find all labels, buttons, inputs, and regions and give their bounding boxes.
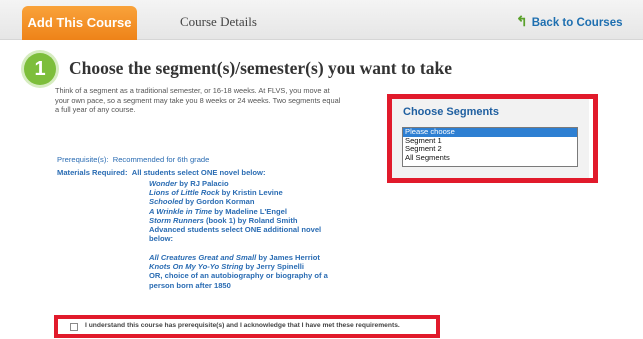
- back-to-courses-label: Back to Courses: [531, 17, 623, 29]
- list-item: Knots On My Yo-Yo String by Jerry Spinel…: [149, 262, 304, 272]
- list-item: Storm Runners (book 1) by Roland Smith: [149, 215, 298, 225]
- intro-line: your own pace, so a segment may take you…: [55, 95, 341, 105]
- materials-row: Materials Required: All students select …: [57, 168, 265, 177]
- step-number-badge: 1: [24, 53, 56, 85]
- advanced-note: below:: [149, 234, 174, 244]
- acknowledge-label[interactable]: I understand this course has prerequisit…: [85, 322, 400, 329]
- curved-arrow-left-icon: ↰: [516, 13, 528, 29]
- intro-line: a full year of any course.: [55, 105, 136, 114]
- materials-label: Materials Required:: [57, 168, 128, 177]
- segments-highlight-box: [387, 94, 598, 183]
- prerequisite-value: Recommended for 6th grade: [112, 155, 210, 164]
- advanced-other: OR, choice of an autobiography or biogra…: [149, 271, 328, 281]
- tab-add-this-course[interactable]: Add This Course: [22, 6, 137, 40]
- list-item: Lions of Little Rock by Kristin Levine: [149, 188, 283, 198]
- materials-value: All students select ONE novel below:: [131, 168, 266, 177]
- list-item: Schooled by Gordon Korman: [149, 197, 255, 207]
- prerequisite-row: Prerequisite(s): Recommended for 6th gra…: [57, 155, 209, 164]
- list-item: Wonder by RJ Palacio: [149, 179, 229, 188]
- back-to-courses-link[interactable]: ↰ Back to Courses: [516, 13, 623, 30]
- novel-list: Wonder by RJ Palacio Lions of Little Roc…: [149, 179, 379, 290]
- list-item: All Creatures Great and Small by James H…: [149, 252, 320, 262]
- tab-bar: Add This Course Course Details ↰ Back to …: [0, 0, 643, 40]
- tab-course-details[interactable]: Course Details: [180, 14, 257, 30]
- acknowledge-checkbox[interactable]: [70, 323, 78, 331]
- advanced-note: Advanced students select ONE additional …: [149, 225, 322, 235]
- advanced-other: person born after 1850: [149, 280, 231, 290]
- prerequisite-label: Prerequisite(s):: [57, 155, 109, 164]
- list-item: A Wrinkle in Time by Madeline L'Engel: [149, 206, 287, 216]
- intro-line: Think of a segment as a traditional seme…: [55, 86, 330, 95]
- page-title: Choose the segment(s)/semester(s) you wa…: [69, 58, 452, 78]
- intro-text: Think of a segment as a traditional seme…: [55, 86, 381, 115]
